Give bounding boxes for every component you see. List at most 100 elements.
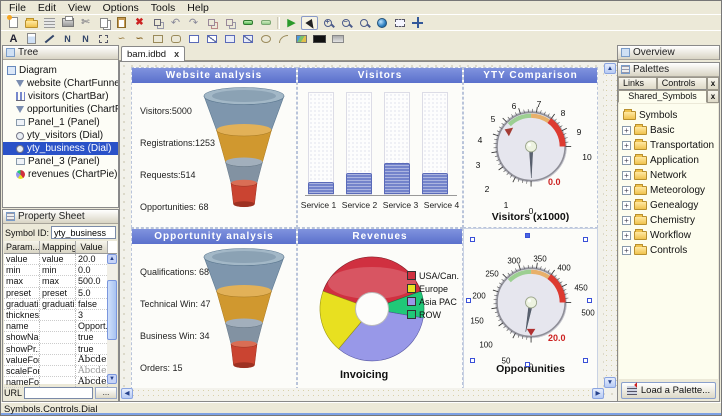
tree-item-visitors[interactable]: visitors (ChartBar) xyxy=(3,90,118,103)
rounded-rectangle-tool-icon[interactable] xyxy=(167,32,184,46)
filled-diagonal-rectangle-tool-icon[interactable] xyxy=(239,32,256,46)
selection-handle[interactable] xyxy=(525,233,530,238)
expand-icon[interactable]: + xyxy=(622,246,631,255)
column-header-value[interactable]: Value xyxy=(76,241,108,253)
expand-icon[interactable]: + xyxy=(622,216,631,225)
browse-button[interactable]: ... xyxy=(95,387,117,399)
cut-icon[interactable]: ✄ xyxy=(77,16,94,30)
open-icon[interactable] xyxy=(23,16,40,30)
selection-handle[interactable] xyxy=(587,298,592,303)
expand-icon[interactable]: + xyxy=(622,186,631,195)
visitors-bar-chart[interactable] xyxy=(305,92,457,196)
selection-handle[interactable] xyxy=(470,237,475,242)
tree-item-panel3[interactable]: Panel_3 (Panel) xyxy=(3,155,118,168)
tree-item-revenues[interactable]: revenues (ChartPie) xyxy=(3,168,118,181)
expand-icon[interactable]: + xyxy=(622,141,631,150)
column-header-mapping[interactable]: Mapping xyxy=(40,241,76,253)
tree-item-basic[interactable]: +Basic xyxy=(619,123,718,138)
menu-file[interactable]: File xyxy=(3,2,32,14)
expand-icon[interactable]: + xyxy=(622,231,631,240)
zoom-out-icon[interactable]: − xyxy=(337,16,354,30)
opportunities-dial-gauge[interactable]: 0 50 100 150 200 250 300 350 400 450 500… xyxy=(464,241,599,369)
tree-item-symbols-root[interactable]: Symbols xyxy=(619,108,718,123)
copy-icon[interactable] xyxy=(95,16,112,30)
ellipse-tool-icon[interactable] xyxy=(257,32,274,46)
spline-tool-icon[interactable]: ∽ xyxy=(113,32,130,46)
tree-item-yty-business-selected[interactable]: yty_business (Dial) xyxy=(3,142,118,155)
menu-options[interactable]: Options xyxy=(97,2,145,14)
tree-item-opportunities[interactable]: opportunities (ChartFunnel) xyxy=(3,103,118,116)
palettes-header[interactable]: Palettes xyxy=(618,63,719,77)
tree-item-controls[interactable]: +Controls xyxy=(619,243,718,258)
diagram-canvas[interactable]: Website analysis Visitors:5000 Registrat… xyxy=(119,61,619,402)
scroll-left-icon[interactable]: ◀ xyxy=(121,388,133,399)
print-icon[interactable] xyxy=(59,16,76,30)
tab-controls[interactable]: Controls xyxy=(657,77,707,90)
closed-spline-tool-icon[interactable]: ∽ xyxy=(131,32,148,46)
yty-comparison-header[interactable]: YTY Comparison xyxy=(464,68,597,83)
expand-icon[interactable]: + xyxy=(622,156,631,165)
tree-item-transportation[interactable]: +Transportation xyxy=(619,138,718,153)
visitors-dial-gauge[interactable]: 0 1 2 3 4 5 6 7 8 9 10 0.0 xyxy=(464,85,599,213)
scroll-up-icon[interactable]: ▲ xyxy=(107,254,117,264)
ungroup-icon[interactable] xyxy=(257,16,274,30)
group-icon[interactable] xyxy=(239,16,256,30)
paste-icon[interactable] xyxy=(113,16,130,30)
opportunity-analysis-header[interactable]: Opportunity analysis xyxy=(132,229,296,244)
column-header-param[interactable]: Param... xyxy=(4,241,40,253)
undo-icon[interactable]: ↶ xyxy=(167,16,184,30)
tree-item-network[interactable]: +Network xyxy=(619,168,718,183)
pan-icon[interactable] xyxy=(409,16,426,30)
label-tool-icon[interactable] xyxy=(23,32,40,46)
revenues-header[interactable]: Revenues xyxy=(298,229,462,244)
canvas-vertical-scrollbar[interactable]: ▲ ▼ xyxy=(604,63,617,388)
text-tool-icon[interactable]: A xyxy=(5,32,22,46)
zoom-global-icon[interactable] xyxy=(373,16,390,30)
fill-color-swatch[interactable] xyxy=(311,32,328,46)
scroll-right-icon[interactable]: ▶ xyxy=(592,388,604,399)
selection-handle[interactable] xyxy=(466,298,471,303)
selection-handle[interactable] xyxy=(583,358,588,363)
redo-icon[interactable]: ↷ xyxy=(185,16,202,30)
scroll-up-icon[interactable]: ▲ xyxy=(604,63,616,74)
polyline-bold-tool-icon[interactable]: N xyxy=(77,32,94,46)
scroll-down-icon[interactable]: ▼ xyxy=(604,377,616,388)
tree-item-panel1[interactable]: Panel_1 (Panel) xyxy=(3,116,118,129)
selection-handle[interactable] xyxy=(470,358,475,363)
expand-icon[interactable]: + xyxy=(622,171,631,180)
expand-icon[interactable]: + xyxy=(622,201,631,210)
visitors-header[interactable]: Visitors xyxy=(298,68,462,83)
selection-handle[interactable] xyxy=(525,362,530,367)
property-table-scrollbar[interactable]: ▲ ▼ xyxy=(107,254,117,384)
tree-item-yty-visitors[interactable]: yty_visitors (Dial) xyxy=(3,129,118,142)
load-palette-button[interactable]: Load a Palette... xyxy=(621,382,716,399)
menu-view[interactable]: View xyxy=(62,2,97,14)
website-analysis-panel[interactable]: Website analysis Visitors:5000 Registrat… xyxy=(131,67,297,228)
scrollbar-thumb[interactable] xyxy=(107,280,117,340)
zoom-in-icon[interactable]: + xyxy=(319,16,336,30)
line-tool-icon[interactable] xyxy=(41,32,58,46)
menu-tools[interactable]: Tools xyxy=(145,2,182,14)
overview-header[interactable]: Overview xyxy=(618,46,719,60)
opportunity-analysis-panel[interactable]: Opportunity analysis Qualifications: 68 … xyxy=(131,228,297,390)
yty-comparison-panel[interactable]: YTY Comparison 0 1 xyxy=(463,67,598,228)
tree-item-meteorology[interactable]: +Meteorology xyxy=(619,183,718,198)
property-sheet-header[interactable]: Property Sheet xyxy=(3,210,118,224)
delete-icon[interactable]: ✖ xyxy=(131,16,148,30)
tree-panel-header[interactable]: Tree xyxy=(3,46,118,60)
zoom-area-icon[interactable] xyxy=(355,16,372,30)
menu-edit[interactable]: Edit xyxy=(32,2,62,14)
menu-help[interactable]: Help xyxy=(181,2,215,14)
website-funnel-chart[interactable] xyxy=(194,86,294,218)
scroll-down-icon[interactable]: ▼ xyxy=(107,374,117,384)
tab-close-icon[interactable]: x xyxy=(707,90,719,103)
revenues-panel[interactable]: Revenues USA/Can. Europe Asia PAC ROW In… xyxy=(297,228,463,390)
grid-icon[interactable] xyxy=(41,16,58,30)
select-tool-icon[interactable] xyxy=(301,16,318,30)
tab-shared-symbols[interactable]: Shared_Symbols xyxy=(618,90,707,103)
polyline-tool-icon[interactable]: N xyxy=(59,32,76,46)
tab-close-icon[interactable]: x xyxy=(707,77,719,90)
tab-close-icon[interactable]: x xyxy=(174,49,179,59)
url-field[interactable] xyxy=(24,387,93,399)
symbol-id-field[interactable] xyxy=(51,226,116,239)
